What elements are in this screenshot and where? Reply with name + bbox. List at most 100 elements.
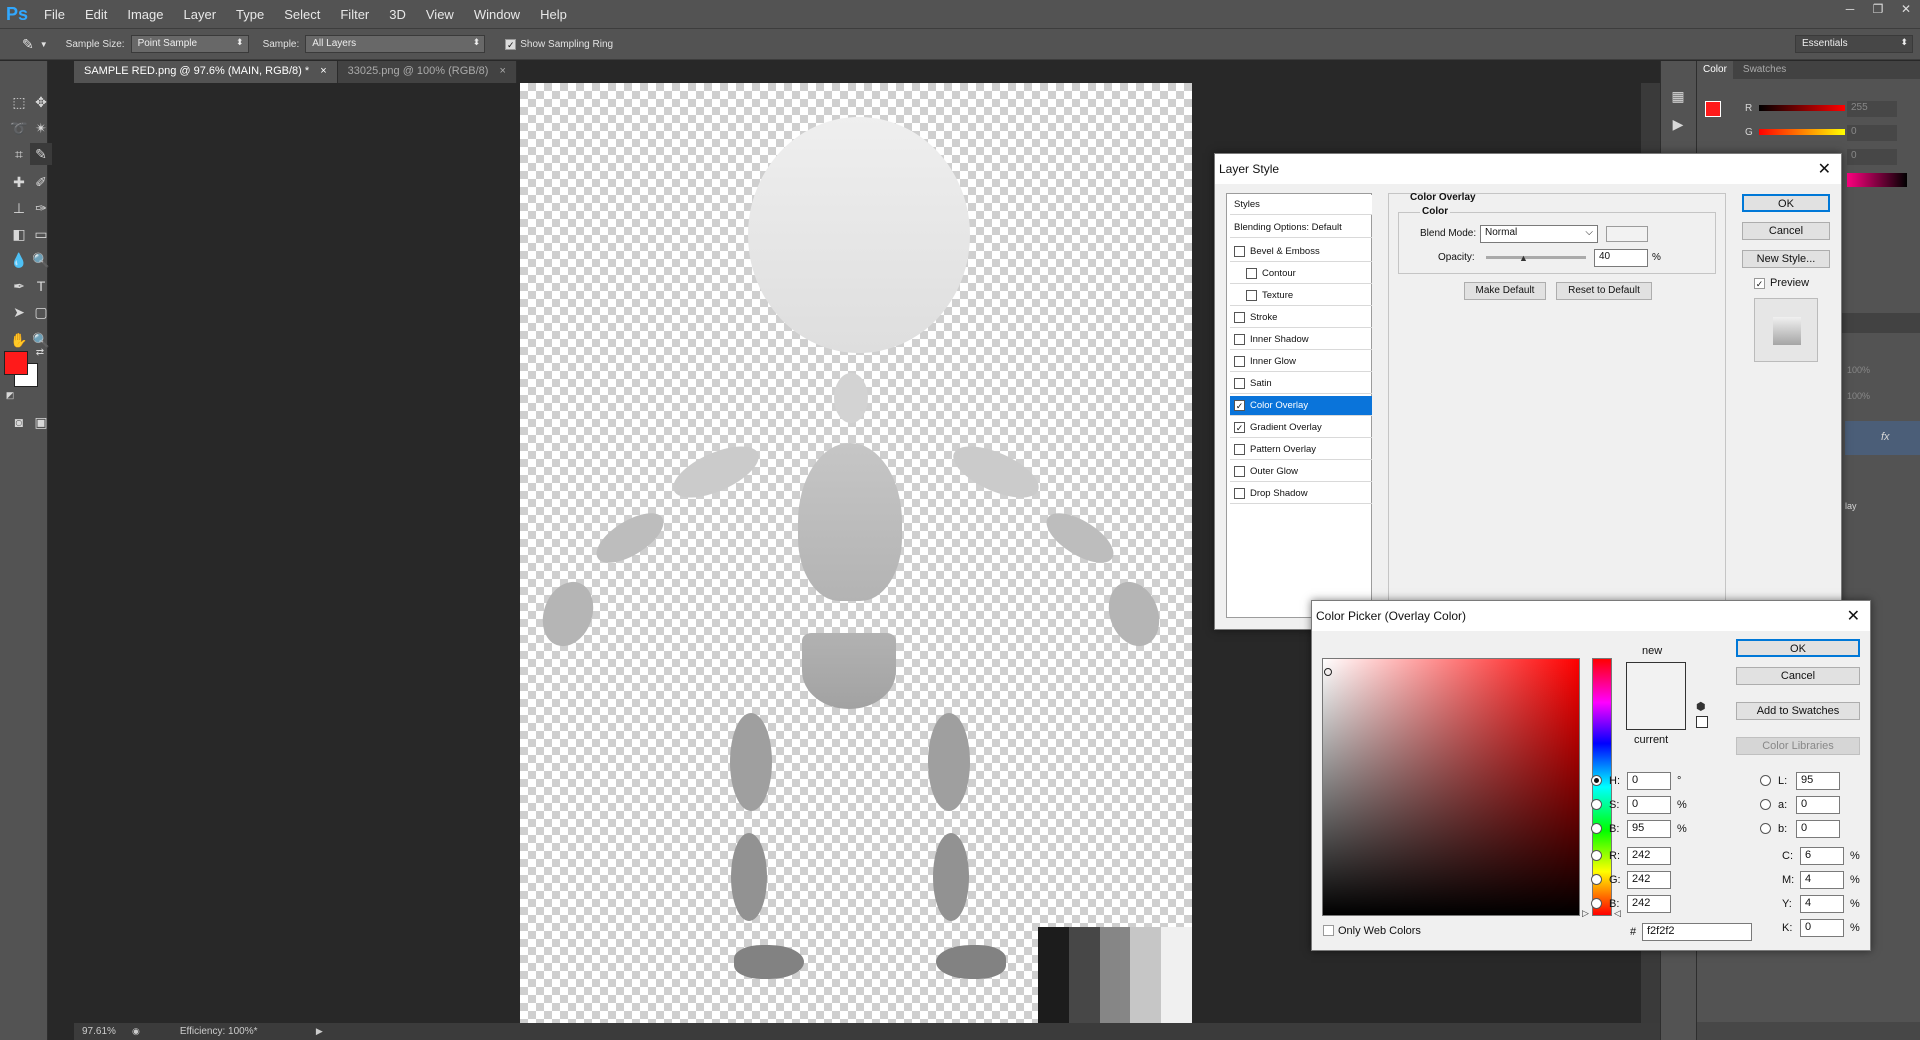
type-tool-icon[interactable]: T: [30, 275, 52, 297]
menu-image[interactable]: Image: [117, 7, 173, 22]
minimize-icon[interactable]: ─: [1836, 0, 1864, 18]
tab-close-icon[interactable]: ×: [500, 65, 506, 77]
style-checkbox[interactable]: ✓: [1234, 400, 1245, 411]
path-selection-tool-icon[interactable]: ➤: [8, 301, 30, 323]
hsb-input[interactable]: 0: [1627, 796, 1671, 814]
status-menu-icon[interactable]: ◉: [132, 1026, 140, 1037]
style-bevel-emboss[interactable]: Bevel & Emboss: [1230, 242, 1372, 262]
zoom-level[interactable]: 97.61%: [82, 1026, 126, 1037]
make-default-button[interactable]: Make Default: [1464, 282, 1546, 300]
menu-type[interactable]: Type: [226, 7, 274, 22]
opacity-slider-thumb[interactable]: ▲: [1519, 253, 1528, 263]
style-inner-glow[interactable]: Inner Glow: [1230, 352, 1372, 372]
quick-mask-icon[interactable]: ◙: [8, 411, 30, 433]
style-gradient-overlay[interactable]: ✓ Gradient Overlay: [1230, 418, 1372, 438]
lab-input[interactable]: 0: [1796, 796, 1840, 814]
sample-select[interactable]: All Layers: [305, 35, 486, 53]
workspace-select[interactable]: Essentials: [1795, 35, 1913, 53]
blending-options[interactable]: Blending Options: Default: [1230, 218, 1372, 238]
style-contour[interactable]: Contour: [1230, 264, 1372, 284]
menu-view[interactable]: View: [416, 7, 464, 22]
history-brush-tool-icon[interactable]: ✑: [30, 197, 52, 219]
style-checkbox[interactable]: [1234, 444, 1245, 455]
style-checkbox[interactable]: [1234, 312, 1245, 323]
color-ramp[interactable]: [1847, 173, 1907, 187]
hand-tool-icon[interactable]: ✋: [8, 329, 30, 351]
color-libraries-button[interactable]: Color Libraries: [1736, 737, 1860, 755]
reset-to-default-button[interactable]: Reset to Default: [1556, 282, 1652, 300]
hsb-input[interactable]: 95: [1627, 820, 1671, 838]
style-drop-shadow[interactable]: Drop Shadow: [1230, 484, 1372, 504]
channel-b-value[interactable]: 0: [1847, 149, 1897, 165]
layer-fill-value[interactable]: 100%: [1847, 391, 1870, 401]
color-field-marker[interactable]: [1324, 668, 1332, 676]
rgb-radio[interactable]: [1591, 898, 1602, 909]
lab-radio[interactable]: [1760, 775, 1771, 786]
hex-input[interactable]: f2f2f2: [1642, 923, 1752, 941]
pen-tool-icon[interactable]: ✒: [8, 275, 30, 297]
channel-g-slider[interactable]: [1759, 129, 1845, 135]
menu-filter[interactable]: Filter: [330, 7, 379, 22]
clone-stamp-tool-icon[interactable]: ⊥: [8, 197, 30, 219]
screen-mode-icon[interactable]: ▣: [30, 411, 52, 433]
brush-tool-icon[interactable]: ✐: [30, 171, 52, 193]
rectangle-tool-icon[interactable]: ▢: [30, 301, 52, 323]
marquee-tool-icon[interactable]: ⬚: [8, 91, 30, 113]
menu-window[interactable]: Window: [464, 7, 530, 22]
ok-button[interactable]: OK: [1736, 639, 1860, 657]
lab-radio[interactable]: [1760, 799, 1771, 810]
style-checkbox[interactable]: [1246, 268, 1257, 279]
hsb-radio[interactable]: [1591, 775, 1602, 786]
healing-brush-tool-icon[interactable]: ✚: [8, 171, 30, 193]
style-stroke[interactable]: Stroke: [1230, 308, 1372, 328]
channel-g-value[interactable]: 0: [1847, 125, 1897, 141]
style-checkbox[interactable]: [1234, 466, 1245, 477]
restore-icon[interactable]: ❐: [1864, 0, 1892, 18]
style-outer-glow[interactable]: Outer Glow: [1230, 462, 1372, 482]
tab-color[interactable]: Color: [1697, 61, 1733, 79]
lasso-tool-icon[interactable]: ➰: [8, 117, 30, 139]
cmyk-input[interactable]: 0: [1800, 919, 1844, 937]
style-checkbox[interactable]: [1234, 378, 1245, 389]
menu-edit[interactable]: Edit: [75, 7, 117, 22]
close-icon[interactable]: ✕: [1892, 0, 1920, 18]
style-checkbox[interactable]: [1234, 488, 1245, 499]
style-checkbox[interactable]: [1234, 356, 1245, 367]
opacity-input[interactable]: 40: [1594, 249, 1648, 267]
tab-close-icon[interactable]: ×: [320, 65, 326, 77]
sample-size-select[interactable]: Point Sample: [130, 35, 249, 53]
cancel-button[interactable]: Cancel: [1742, 222, 1830, 240]
rgb-input[interactable]: 242: [1627, 895, 1671, 913]
menu-help[interactable]: Help: [530, 7, 577, 22]
menu-3d[interactable]: 3D: [379, 7, 416, 22]
add-to-swatches-button[interactable]: Add to Swatches: [1736, 702, 1860, 720]
gradient-tool-icon[interactable]: ▭: [30, 223, 52, 245]
only-web-colors-checkbox[interactable]: [1323, 925, 1334, 936]
default-colors-icon[interactable]: ◩: [4, 389, 16, 401]
hsb-radio[interactable]: [1591, 823, 1602, 834]
foreground-color-swatch[interactable]: [4, 351, 28, 375]
rgb-radio[interactable]: [1591, 874, 1602, 885]
blur-tool-icon[interactable]: 💧: [8, 249, 30, 271]
blend-mode-select[interactable]: Normal ⌵: [1480, 225, 1598, 243]
close-icon[interactable]: ✕: [1847, 606, 1860, 626]
move-tool-icon[interactable]: ✥: [30, 91, 52, 113]
show-sampling-ring-checkbox[interactable]: ✓: [505, 38, 517, 50]
eyedropper-tool-icon[interactable]: ✎: [22, 36, 34, 53]
style-checkbox[interactable]: [1234, 334, 1245, 345]
layer-fx-icon[interactable]: fx: [1881, 431, 1890, 443]
panel-fg-swatch[interactable]: [1705, 101, 1721, 117]
magic-wand-tool-icon[interactable]: ✴: [30, 117, 52, 139]
tab-sample-red[interactable]: SAMPLE RED.png @ 97.6% (MAIN, RGB/8) * ×: [74, 61, 338, 83]
lab-input[interactable]: 0: [1796, 820, 1840, 838]
out-of-gamut-icon[interactable]: ⬢: [1696, 700, 1706, 713]
style-satin[interactable]: Satin: [1230, 374, 1372, 394]
tab-swatches[interactable]: Swatches: [1733, 61, 1796, 79]
dodge-tool-icon[interactable]: 🔍: [30, 249, 52, 271]
hsb-input[interactable]: 0: [1627, 772, 1671, 790]
color-field[interactable]: [1322, 658, 1580, 916]
channel-r-value[interactable]: 255: [1847, 101, 1897, 117]
swap-colors-icon[interactable]: ⇄: [34, 347, 46, 359]
menu-layer[interactable]: Layer: [174, 7, 227, 22]
cmyk-input[interactable]: 4: [1800, 871, 1844, 889]
